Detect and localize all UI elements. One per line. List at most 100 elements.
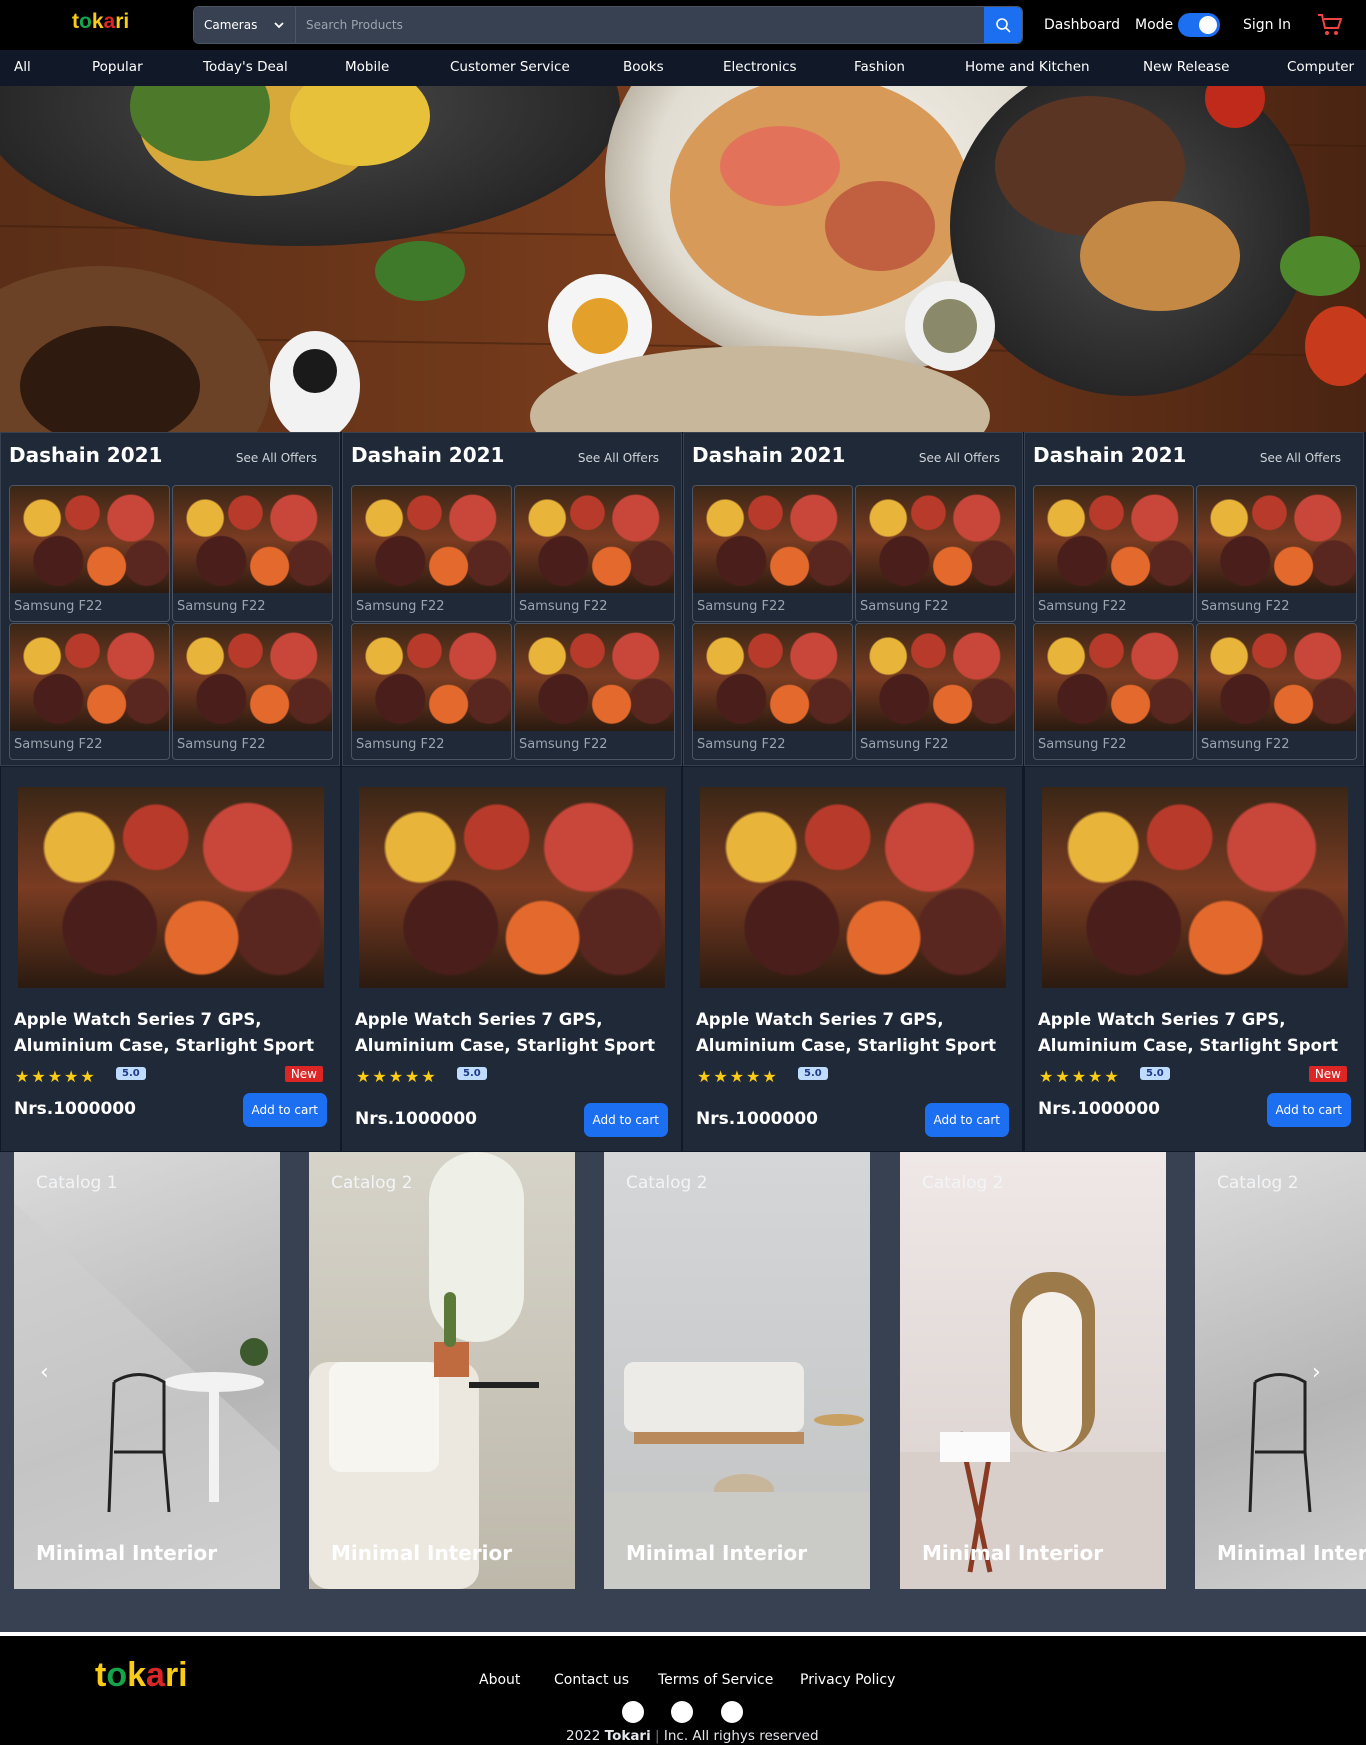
nav-item-electronics[interactable]: Electronics: [723, 59, 797, 75]
cart-button[interactable]: [1317, 0, 1343, 50]
offer-tile-label: Samsung F22: [1201, 737, 1290, 752]
sign-in-link[interactable]: Sign In: [1243, 0, 1291, 50]
search-input[interactable]: [296, 7, 984, 43]
add-to-cart-button[interactable]: Add to cart: [242, 1093, 327, 1127]
catalog-card[interactable]: Catalog 1 Minimal Interior: [14, 1152, 280, 1589]
offer-tile[interactable]: Samsung F22: [692, 623, 853, 760]
nav-item-computer[interactable]: Computer: [1287, 59, 1354, 75]
product-price: Nrs.1000000: [355, 1109, 477, 1129]
category-select[interactable]: Cameras: [194, 7, 296, 43]
nav-item-books[interactable]: Books: [623, 59, 664, 75]
nav-item-fashion[interactable]: Fashion: [854, 59, 905, 75]
offer-tile-label: Samsung F22: [14, 737, 103, 752]
offer-tile[interactable]: Samsung F22: [855, 485, 1016, 622]
offer-tile[interactable]: Samsung F22: [1196, 623, 1357, 760]
offer-tile[interactable]: Samsung F22: [351, 485, 512, 622]
footer-link-privacy[interactable]: Privacy Policy: [800, 1672, 895, 1688]
offer-tile[interactable]: Samsung F22: [172, 485, 333, 622]
search-icon: [996, 18, 1011, 33]
footer-logo[interactable]: tokari: [95, 1656, 188, 1695]
product-image: [18, 787, 324, 988]
product-card[interactable]: Apple Watch Series 7 GPS, Aluminium Case…: [1024, 766, 1365, 1152]
nav-item-popular[interactable]: Popular: [92, 59, 143, 75]
offer-tile[interactable]: Samsung F22: [351, 623, 512, 760]
add-to-cart-button[interactable]: Add to cart: [1266, 1093, 1351, 1127]
footer-link-about[interactable]: About: [479, 1672, 520, 1688]
product-title[interactable]: Apple Watch Series 7 GPS, Aluminium Case…: [696, 1007, 1016, 1059]
footer-link-terms[interactable]: Terms of Service: [658, 1672, 773, 1688]
product-price: Nrs.1000000: [1038, 1099, 1160, 1119]
offer-tile-image: [10, 624, 169, 731]
offer-tile-image: [1034, 486, 1193, 593]
chevron-down-icon: [274, 22, 284, 29]
add-to-cart-button[interactable]: Add to cart: [924, 1103, 1009, 1137]
offer-tile[interactable]: Samsung F22: [514, 485, 675, 622]
next-arrow-icon[interactable]: ›: [1312, 1360, 1321, 1385]
catalog-image: [14, 1202, 280, 1589]
offer-tile[interactable]: Samsung F22: [514, 623, 675, 760]
copyright-year: 2022: [566, 1728, 601, 1744]
offer-tile[interactable]: Samsung F22: [855, 623, 1016, 760]
product-price: Nrs.1000000: [14, 1099, 136, 1119]
prev-arrow-icon[interactable]: ‹: [40, 1360, 49, 1385]
product-image: [359, 787, 665, 988]
catalog-caption: Minimal Interior: [331, 1541, 513, 1565]
product-card[interactable]: Apple Watch Series 7 GPS, Aluminium Case…: [682, 766, 1023, 1152]
offer-tile[interactable]: Samsung F22: [692, 485, 853, 622]
rating-badge: 5.0: [798, 1067, 828, 1080]
logo-basket-icon: o: [106, 1656, 128, 1694]
footer: tokari About Contact us Terms of Service…: [0, 1632, 1366, 1745]
nav-item-home-kitchen[interactable]: Home and Kitchen: [965, 59, 1090, 75]
copyright-text: Inc. All righys reserved: [663, 1728, 819, 1744]
see-all-offers-link[interactable]: See All Offers: [236, 451, 317, 465]
offer-tile[interactable]: Samsung F22: [1033, 623, 1194, 760]
catalog-title: Catalog 2: [626, 1173, 708, 1193]
star-rating-icon: ★★★★★: [697, 1067, 779, 1086]
add-to-cart-button[interactable]: Add to cart: [583, 1103, 668, 1137]
offer-tile-image: [515, 624, 674, 731]
toggle-switch: [1178, 13, 1220, 37]
catalog-title: Catalog 2: [1217, 1173, 1299, 1193]
offer-tile[interactable]: Samsung F22: [1196, 485, 1357, 622]
offer-tile[interactable]: Samsung F22: [9, 623, 170, 760]
product-title[interactable]: Apple Watch Series 7 GPS, Aluminium Case…: [14, 1007, 334, 1059]
nav-item-mobile[interactable]: Mobile: [345, 59, 389, 75]
dashboard-link[interactable]: Dashboard: [1044, 0, 1120, 50]
offer-tile[interactable]: Samsung F22: [1033, 485, 1194, 622]
product-card[interactable]: Apple Watch Series 7 GPS, Aluminium Case…: [0, 766, 341, 1152]
pinterest-icon[interactable]: [721, 1701, 743, 1723]
product-title[interactable]: Apple Watch Series 7 GPS, Aluminium Case…: [355, 1007, 675, 1059]
see-all-offers-link[interactable]: See All Offers: [1260, 451, 1341, 465]
instagram-icon[interactable]: [671, 1701, 693, 1723]
offer-tile-label: Samsung F22: [697, 599, 786, 614]
footer-link-contact[interactable]: Contact us: [554, 1672, 629, 1688]
nav-item-new-release[interactable]: New Release: [1143, 59, 1229, 75]
offer-tile-image: [173, 624, 332, 731]
product-title[interactable]: Apple Watch Series 7 GPS, Aluminium Case…: [1038, 1007, 1358, 1059]
nav-item-todays-deal[interactable]: Today's Deal: [203, 59, 288, 75]
offer-tile[interactable]: Samsung F22: [9, 485, 170, 622]
product-card[interactable]: Apple Watch Series 7 GPS, Aluminium Case…: [341, 766, 682, 1152]
mode-label: Mode: [1135, 0, 1173, 50]
catalog-card[interactable]: Catalog 2 Minimal Interior: [309, 1152, 575, 1589]
nav-item-all[interactable]: All: [14, 59, 31, 75]
nav-item-customer-service[interactable]: Customer Service: [450, 59, 570, 75]
see-all-offers-link[interactable]: See All Offers: [578, 451, 659, 465]
see-all-offers-link[interactable]: See All Offers: [919, 451, 1000, 465]
offer-tile-label: Samsung F22: [697, 737, 786, 752]
facebook-icon[interactable]: [622, 1701, 644, 1723]
offer-tile-image: [856, 624, 1015, 731]
catalog-card[interactable]: Catalog 2 Minimal Interior: [604, 1152, 870, 1589]
catalog-card[interactable]: Catalog 2 Minimal Interior: [1195, 1152, 1366, 1589]
category-nav: All Popular Today's Deal Mobile Customer…: [0, 50, 1366, 86]
products-section: Apple Watch Series 7 GPS, Aluminium Case…: [0, 766, 1366, 1152]
mode-toggle[interactable]: [1178, 0, 1220, 50]
search-button[interactable]: [984, 7, 1022, 43]
hero-carousel[interactable]: [0, 86, 1366, 432]
logo[interactable]: tokari: [72, 10, 129, 34]
catalog-carousel: Catalog 1 Minimal Interior Catalog 2 Min…: [0, 1152, 1366, 1632]
offer-tile-label: Samsung F22: [1038, 737, 1127, 752]
catalog-card[interactable]: Catalog 2 Minimal Interior: [900, 1152, 1166, 1589]
offer-tile[interactable]: Samsung F22: [172, 623, 333, 760]
offer-title: Dashain 2021: [9, 443, 163, 467]
